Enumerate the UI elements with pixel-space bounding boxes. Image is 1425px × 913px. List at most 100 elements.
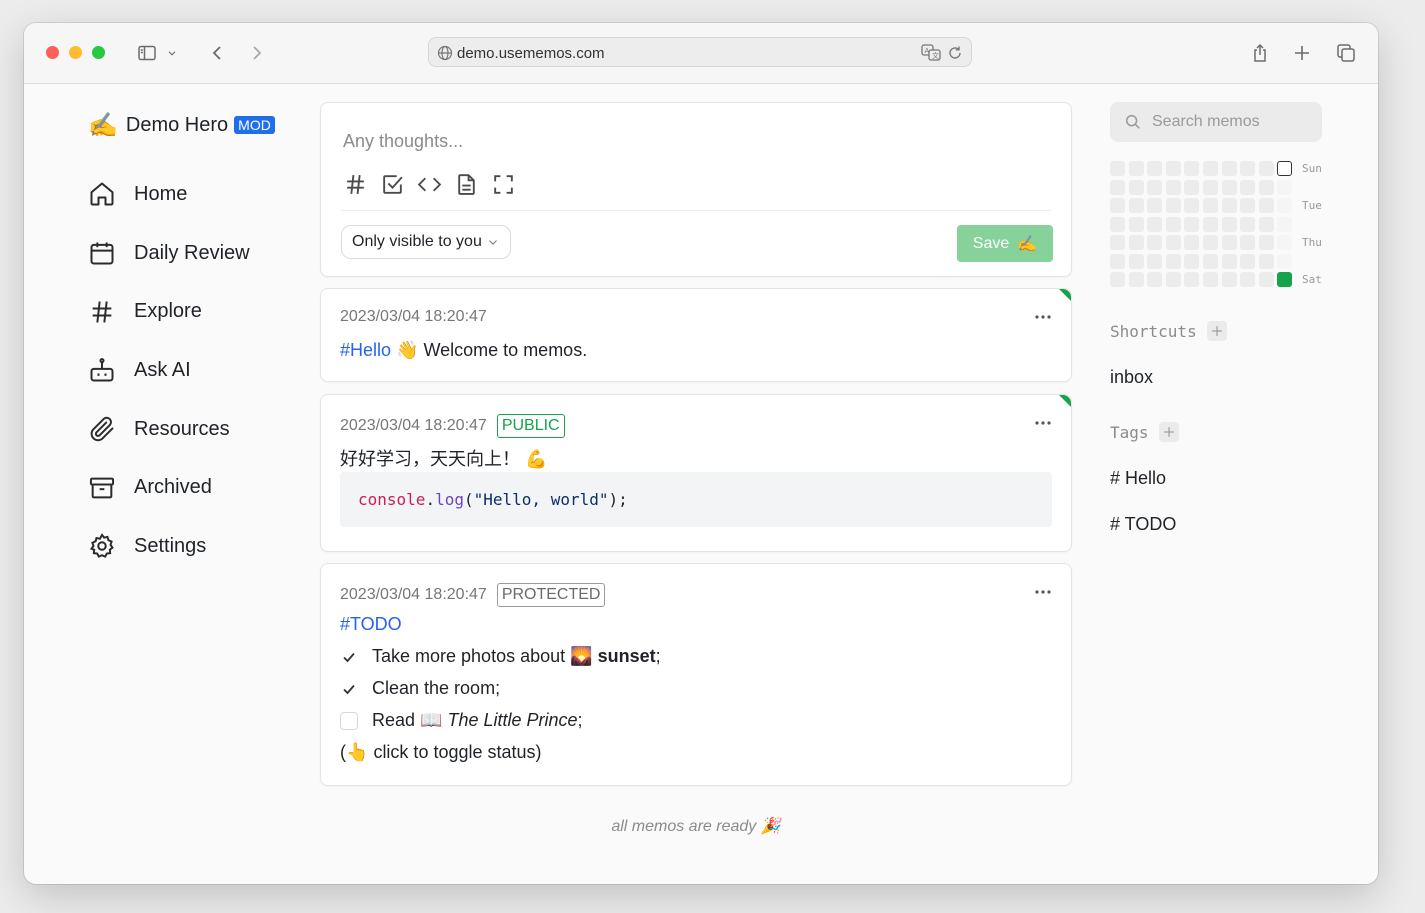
user-banner[interactable]: ✍️ Demo Hero MOD <box>88 111 275 139</box>
heatmap-cell[interactable] <box>1203 216 1218 232</box>
heatmap-cell[interactable] <box>1221 198 1237 214</box>
heatmap-cell[interactable] <box>1110 253 1125 269</box>
heatmap-cell[interactable] <box>1277 179 1293 195</box>
heatmap-cell[interactable] <box>1203 179 1218 195</box>
heatmap-cell[interactable] <box>1184 179 1200 195</box>
translate-icon[interactable]: A文 <box>921 44 941 62</box>
heatmap-cell[interactable] <box>1258 235 1274 251</box>
heatmap-cell[interactable] <box>1165 235 1181 251</box>
heatmap-cell[interactable] <box>1128 272 1144 288</box>
heatmap-cell[interactable] <box>1184 216 1200 232</box>
heatmap-cell[interactable] <box>1221 179 1237 195</box>
heatmap-cell[interactable] <box>1110 198 1125 214</box>
heatmap-cell[interactable] <box>1203 198 1218 214</box>
tag-link[interactable]: #Hello <box>340 340 391 360</box>
tag-link[interactable]: #TODO <box>340 614 402 634</box>
heatmap-cell[interactable] <box>1277 216 1293 232</box>
sidebar-item-daily-review[interactable]: Daily Review <box>88 224 250 283</box>
heatmap-cell[interactable] <box>1147 216 1163 232</box>
forward-arrow-icon[interactable] <box>244 40 270 66</box>
heatmap-cell[interactable] <box>1110 161 1125 176</box>
heatmap-cell[interactable] <box>1240 253 1256 269</box>
heatmap-cell[interactable] <box>1184 235 1200 251</box>
heatmap-cell[interactable] <box>1203 235 1218 251</box>
sidebar-item-settings[interactable]: Settings <box>88 517 250 576</box>
checkbox-checked[interactable] <box>340 648 358 666</box>
sidebar-item-ask-ai[interactable]: Ask AI <box>88 341 250 400</box>
heatmap-cell[interactable] <box>1128 179 1144 195</box>
heatmap-cell[interactable] <box>1110 179 1125 195</box>
add-shortcut-button[interactable] <box>1206 321 1227 341</box>
add-tag-button[interactable] <box>1158 422 1179 442</box>
heatmap-cell[interactable] <box>1165 253 1181 269</box>
heatmap-cell[interactable] <box>1221 161 1237 176</box>
heatmap-cell[interactable] <box>1110 216 1125 232</box>
tag-item[interactable]: # Hello <box>1110 468 1166 489</box>
heatmap-cell[interactable] <box>1221 272 1237 288</box>
heatmap-cell[interactable] <box>1165 198 1181 214</box>
heatmap-cell[interactable] <box>1258 179 1274 195</box>
heatmap-cell[interactable] <box>1128 198 1144 214</box>
memo-input[interactable]: Any thoughts... <box>343 131 463 152</box>
save-button[interactable]: Save ✍️ <box>957 225 1053 262</box>
heatmap-cell[interactable] <box>1277 161 1293 176</box>
heatmap-cell[interactable] <box>1184 198 1200 214</box>
heatmap-cell[interactable] <box>1184 161 1200 176</box>
new-tab-icon[interactable] <box>1289 40 1315 66</box>
heatmap-cell[interactable] <box>1110 235 1125 251</box>
more-options-icon[interactable] <box>1033 413 1053 433</box>
reload-icon[interactable] <box>947 45 963 61</box>
heatmap-cell[interactable] <box>1147 161 1163 176</box>
heatmap-cell[interactable] <box>1147 253 1163 269</box>
checkbox-icon[interactable] <box>380 172 405 197</box>
heatmap-cell[interactable] <box>1203 161 1218 176</box>
sidebar-item-resources[interactable]: Resources <box>88 400 250 459</box>
heatmap-cell[interactable] <box>1240 272 1256 288</box>
close-window-button[interactable] <box>46 46 59 59</box>
minimize-window-button[interactable] <box>69 46 82 59</box>
heatmap-cell[interactable] <box>1221 253 1237 269</box>
heatmap-cell[interactable] <box>1258 253 1274 269</box>
shortcut-item[interactable]: inbox <box>1110 367 1153 388</box>
more-options-icon[interactable] <box>1033 582 1053 602</box>
heatmap-cell[interactable] <box>1277 235 1293 251</box>
tag-item[interactable]: # TODO <box>1110 514 1176 535</box>
heatmap-cell[interactable] <box>1258 216 1274 232</box>
heatmap-cell[interactable] <box>1258 198 1274 214</box>
sidebar-item-home[interactable]: Home <box>88 165 250 224</box>
heatmap-cell[interactable] <box>1258 272 1274 288</box>
heatmap-cell[interactable] <box>1147 198 1163 214</box>
checkbox-unchecked[interactable] <box>340 711 358 730</box>
share-icon[interactable] <box>1247 40 1273 66</box>
heatmap-cell[interactable] <box>1165 179 1181 195</box>
heatmap-cell[interactable] <box>1258 161 1274 176</box>
heatmap-cell[interactable] <box>1240 161 1256 176</box>
heatmap-cell[interactable] <box>1184 253 1200 269</box>
heatmap-cell[interactable] <box>1203 253 1218 269</box>
file-icon[interactable] <box>454 172 479 197</box>
heatmap-cell[interactable] <box>1165 216 1181 232</box>
heatmap-cell[interactable] <box>1110 272 1125 288</box>
heatmap-cell[interactable] <box>1147 272 1163 288</box>
chevron-down-icon[interactable] <box>164 40 180 66</box>
code-icon[interactable] <box>417 172 442 197</box>
tab-overview-icon[interactable] <box>1333 40 1359 66</box>
heatmap-cell[interactable] <box>1240 216 1256 232</box>
sidebar-item-explore[interactable]: Explore <box>88 282 250 341</box>
heatmap-cell[interactable] <box>1221 235 1237 251</box>
heatmap-cell[interactable] <box>1128 253 1144 269</box>
heatmap-cell[interactable] <box>1240 235 1256 251</box>
sidebar-item-archived[interactable]: Archived <box>88 458 250 517</box>
back-arrow-icon[interactable] <box>204 40 230 66</box>
heatmap-cell[interactable] <box>1128 161 1144 176</box>
heatmap-cell[interactable] <box>1240 179 1256 195</box>
heatmap-cell[interactable] <box>1277 272 1293 288</box>
zoom-window-button[interactable] <box>92 46 105 59</box>
heatmap-cell[interactable] <box>1240 198 1256 214</box>
heatmap-cell[interactable] <box>1147 235 1163 251</box>
tag-hash-icon[interactable] <box>343 172 368 197</box>
visibility-select[interactable]: Only visible to you <box>341 225 511 259</box>
heatmap-cell[interactable] <box>1165 161 1181 176</box>
sidebar-toggle-icon[interactable] <box>134 40 160 66</box>
checkbox-checked[interactable] <box>340 680 358 698</box>
